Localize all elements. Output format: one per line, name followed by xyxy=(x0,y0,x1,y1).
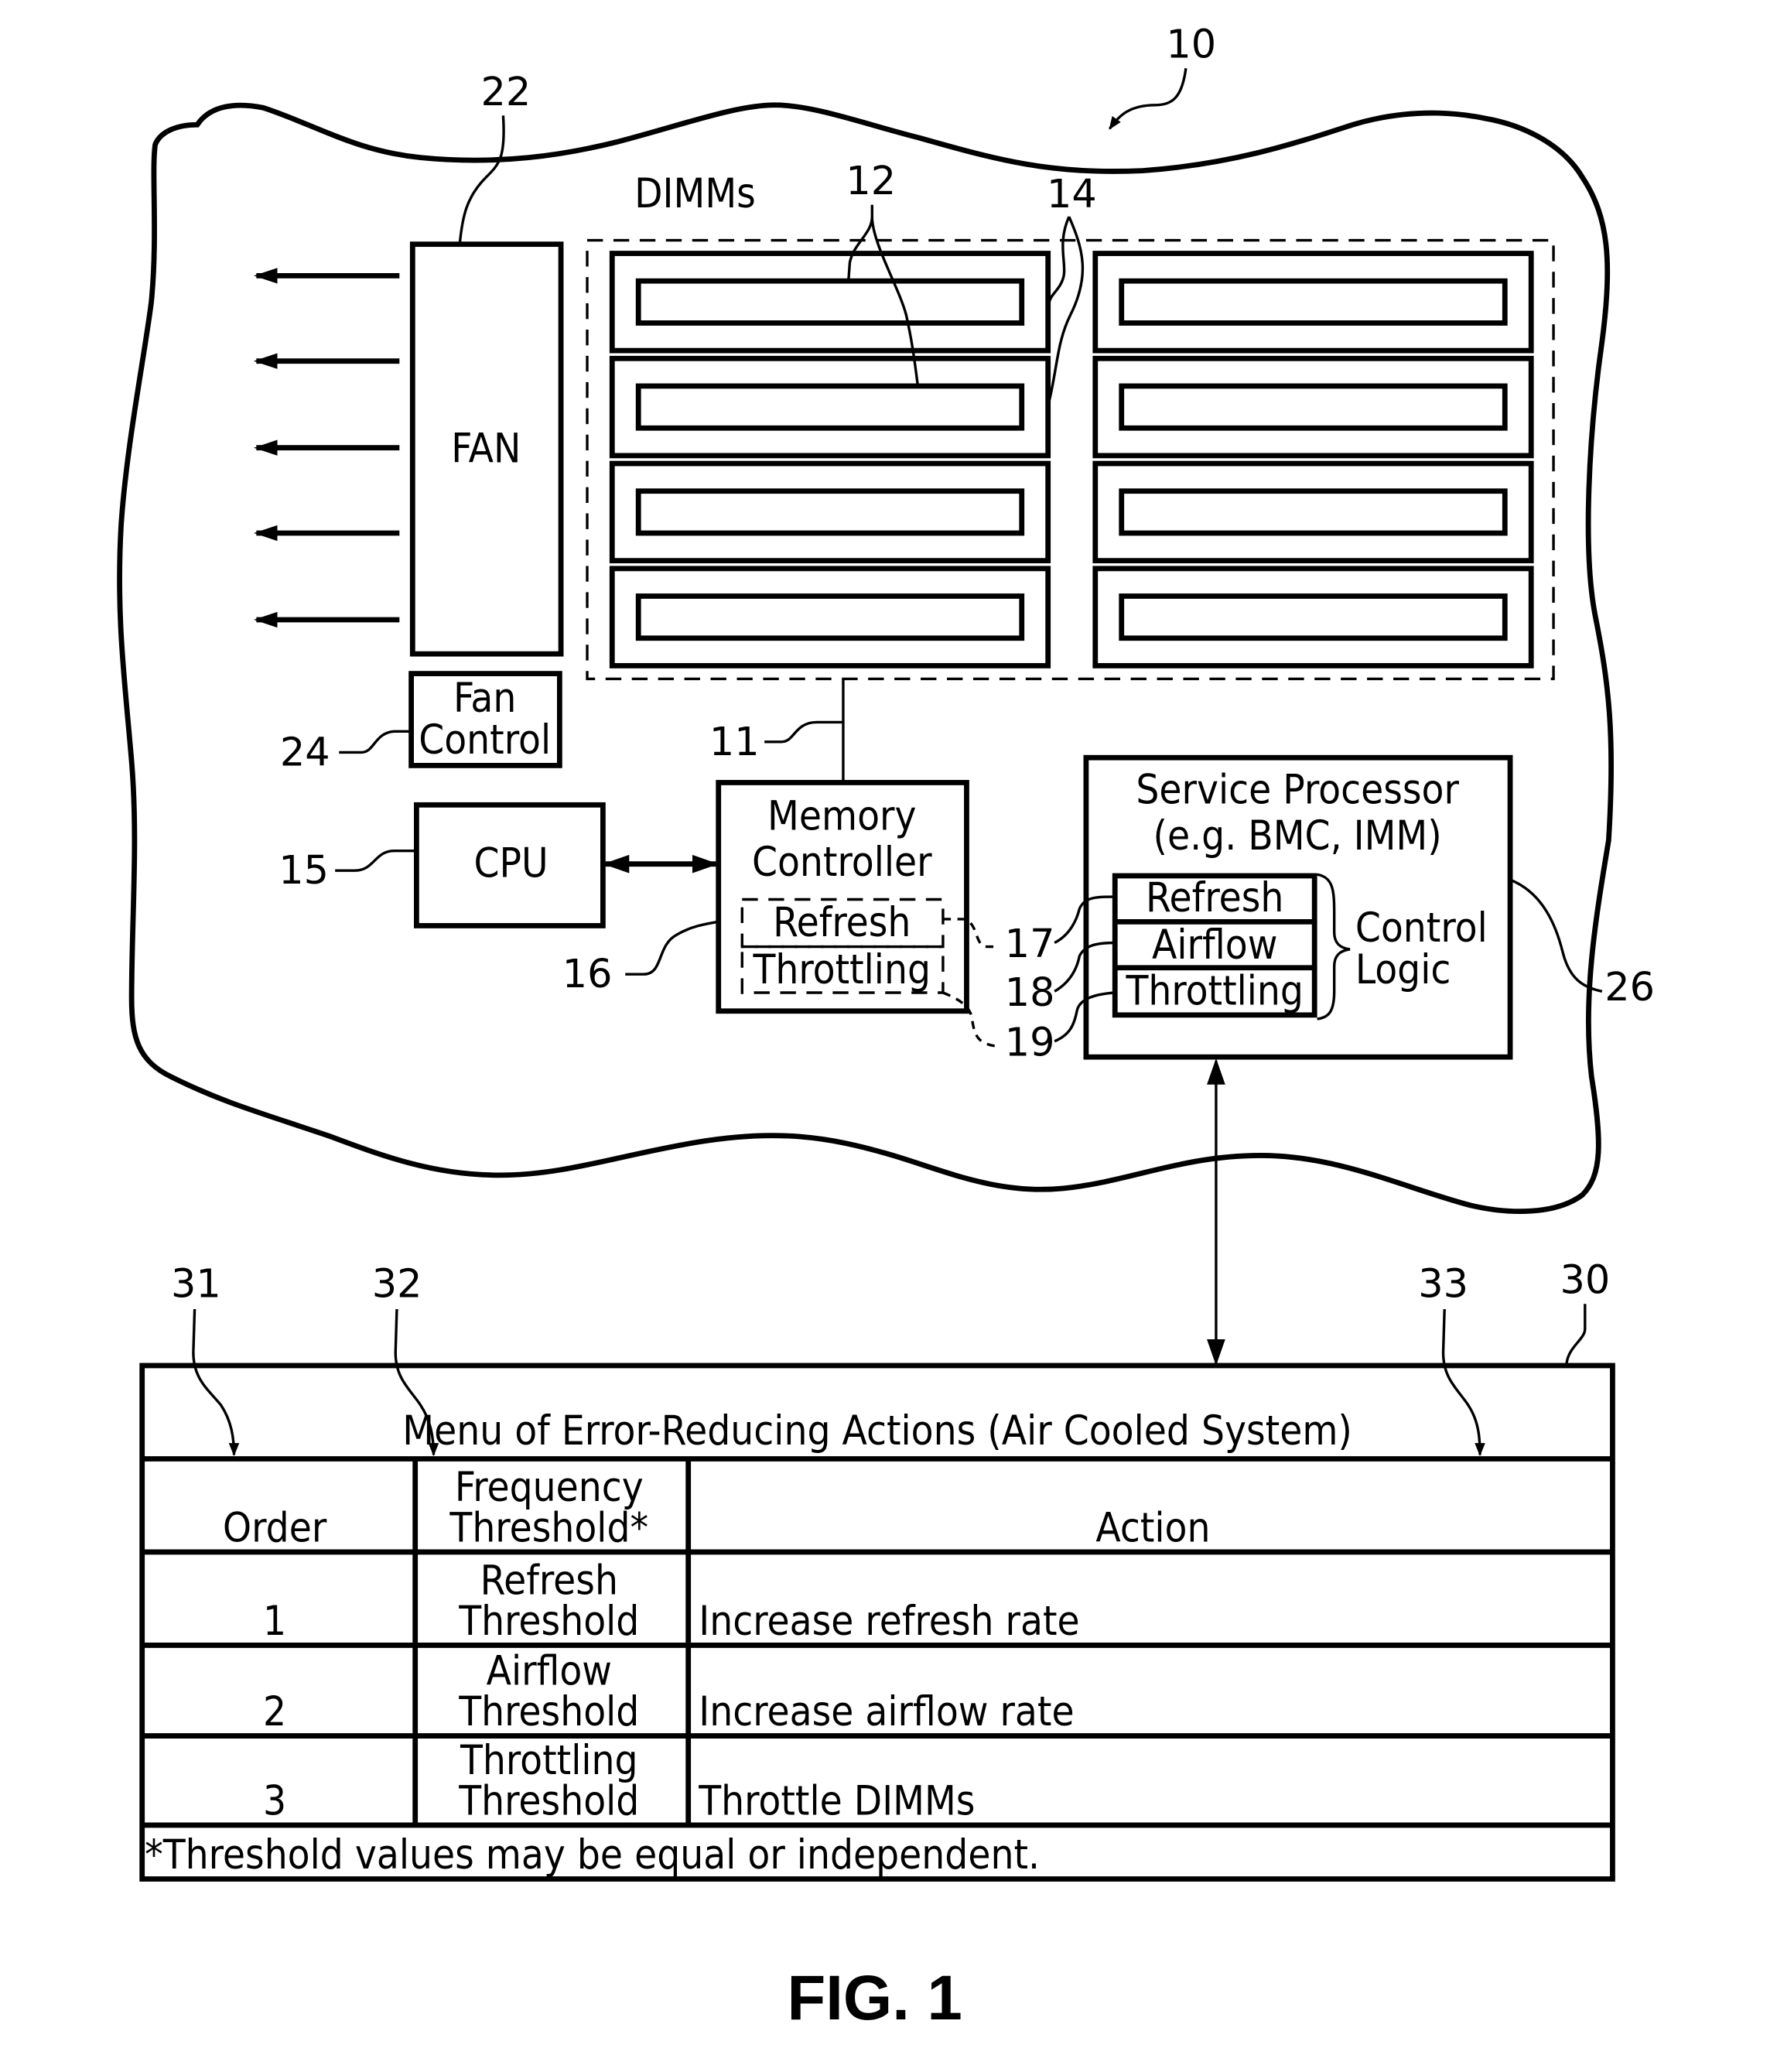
memory-controller-label-2: Controller xyxy=(752,839,932,886)
dimm-module xyxy=(1119,383,1508,431)
dimm-slot xyxy=(609,566,1051,668)
ref-12: 12 xyxy=(846,159,896,204)
row-action: Increase airflow rate xyxy=(699,1688,1074,1735)
row-action: Throttle DIMMs xyxy=(698,1777,975,1824)
ref-32: 32 xyxy=(372,1262,422,1308)
ref-33: 33 xyxy=(1418,1262,1468,1308)
dimm-module xyxy=(1119,488,1508,536)
ref-10-leader xyxy=(1109,68,1188,130)
fan-control-label-1: Fan xyxy=(453,675,516,722)
row-threshold-2: Threshold xyxy=(458,1598,639,1645)
ref-11: 11 xyxy=(709,720,760,765)
ref-14-leader xyxy=(1047,216,1085,402)
ref-17-leader-mc xyxy=(942,918,999,949)
table-row: 1 Refresh Threshold Increase refresh rat… xyxy=(263,1557,1080,1645)
ref-33-leader xyxy=(1441,1308,1485,1457)
mc-refresh-label: Refresh xyxy=(773,899,911,946)
header-action: Action xyxy=(1095,1504,1210,1551)
header-order: Order xyxy=(223,1504,327,1551)
dimm-module xyxy=(635,383,1025,431)
ref-19-leader-mc xyxy=(942,991,999,1048)
ref-30-leader xyxy=(1565,1304,1587,1363)
ref-16: 16 xyxy=(562,952,613,997)
service-processor-label-2: (e.g. BMC, IMM) xyxy=(1153,812,1442,860)
menu-table: Menu of Error-Reducing Actions (Air Cool… xyxy=(139,1363,1615,1882)
sp-refresh-label: Refresh xyxy=(1146,874,1283,921)
fan-control-label-2: Control xyxy=(419,716,551,764)
table-footnote: *Threshold values may be equal or indepe… xyxy=(145,1831,1040,1879)
system-boundary xyxy=(117,102,1615,1214)
table-row: 2 Airflow Threshold Increase airflow rat… xyxy=(263,1647,1075,1735)
ref-16-leader xyxy=(625,920,719,976)
ref-10: 10 xyxy=(1166,22,1216,68)
dimm-group-boundary xyxy=(586,238,1555,681)
patent-figure: 10 FAN 22 Fan Control 24 DIMMs 12 14 11 … xyxy=(117,22,1655,2033)
dimm-slot xyxy=(1092,355,1534,459)
row-action: Increase refresh rate xyxy=(699,1598,1079,1645)
ref-31-leader xyxy=(192,1308,240,1457)
dimm-module xyxy=(1119,593,1508,641)
row-threshold-2: Threshold xyxy=(458,1688,639,1735)
ref-15: 15 xyxy=(279,848,329,894)
sp-airflow-label: Airflow xyxy=(1152,921,1277,969)
dimm-module xyxy=(1119,278,1508,326)
ref-24-leader xyxy=(339,730,412,754)
ref-15-leader xyxy=(335,850,417,872)
control-logic-label-1: Control xyxy=(1355,904,1488,952)
menu-title: Menu of Error-Reducing Actions (Air Cool… xyxy=(402,1407,1352,1455)
figure-caption: FIG. 1 xyxy=(788,1963,962,2033)
dimms-label: DIMMs xyxy=(634,170,756,217)
ref-14: 14 xyxy=(1047,172,1097,217)
control-logic-brace xyxy=(1317,873,1351,1021)
dimm-module xyxy=(635,488,1025,536)
airflow-arrows xyxy=(253,268,400,628)
row-order: 3 xyxy=(263,1777,286,1824)
fan-label: FAN xyxy=(451,425,521,472)
mc-throttling-label: Throttling xyxy=(752,946,931,993)
dimm-slot xyxy=(609,355,1051,459)
ref-30: 30 xyxy=(1560,1258,1611,1304)
dimm-slot xyxy=(1092,566,1534,668)
sp-throttling-label: Throttling xyxy=(1125,967,1304,1014)
dimm-slot xyxy=(1092,460,1534,564)
dimm-module xyxy=(635,593,1025,641)
cpu-label: CPU xyxy=(473,840,548,887)
ref-31: 31 xyxy=(171,1262,221,1308)
ref-11-leader xyxy=(764,720,843,744)
table-row: 3 Throttling Threshold Throttle DIMMs xyxy=(263,1737,975,1825)
row-order: 1 xyxy=(263,1598,286,1645)
dimm-slot xyxy=(1092,251,1534,354)
ref-17: 17 xyxy=(1005,921,1055,967)
dimm-module xyxy=(635,278,1025,326)
ref-22: 22 xyxy=(481,70,531,115)
control-logic-label-2: Logic xyxy=(1355,946,1451,993)
memory-controller-label-1: Memory xyxy=(767,793,916,840)
ref-22-leader xyxy=(458,115,505,244)
ref-19: 19 xyxy=(1005,1020,1055,1065)
service-processor-label-1: Service Processor xyxy=(1136,767,1459,814)
dimm-slot xyxy=(609,251,1051,354)
ref-18: 18 xyxy=(1005,970,1055,1016)
row-threshold-2: Threshold xyxy=(458,1777,639,1824)
ref-26: 26 xyxy=(1604,965,1655,1010)
dimm-slot xyxy=(609,460,1051,564)
header-threshold-2: Threshold* xyxy=(449,1504,648,1551)
row-order: 2 xyxy=(263,1688,286,1735)
ref-24: 24 xyxy=(280,730,330,775)
